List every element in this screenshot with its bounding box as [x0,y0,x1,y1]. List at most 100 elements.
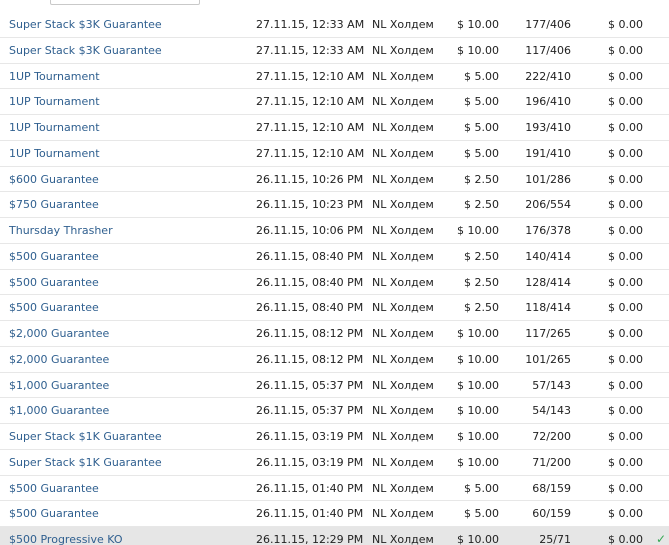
tournament-entries: 206/554 [525,198,571,212]
table-row[interactable]: $1,000 Guarantee 26.11.15, 05:37 PM NL Хол… [0,398,669,424]
tournament-name-link[interactable]: Super Stack $3K Guarantee [9,12,162,37]
tournament-buyin: $ 5.00 [464,69,499,83]
tournament-game: NL Холдем [372,43,434,57]
check-icon: ✓ [656,532,667,545]
tournament-game: NL Холдем [372,95,434,109]
tournament-name-link[interactable]: Super Stack $3K Guarantee [9,38,162,63]
tournament-name-link[interactable]: $500 Guarantee [9,244,99,269]
tournament-game: NL Холдем [372,301,434,315]
tournament-date: 26.11.15, 12:29 PM [256,533,364,545]
tournament-name-link[interactable]: Thursday Thrasher [9,218,113,243]
table-row[interactable]: Super Stack $3K Guarantee 27.11.15, 12:33… [0,38,669,64]
tournament-buyin: $ 5.00 [464,95,499,109]
table-row[interactable]: Super Stack $3K Guarantee 27.11.15, 12:33… [0,12,669,38]
tournament-prize: $ 0.00 [608,198,643,212]
tournament-date: 27.11.15, 12:33 AM [256,43,365,57]
table-row[interactable]: $2,000 Guarantee 26.11.15, 08:12 PM NL Хол… [0,347,669,373]
tournament-entries: 71/200 [532,455,571,469]
tournament-buyin: $ 10.00 [457,43,499,57]
tournament-buyin: $ 5.00 [464,481,499,495]
tournament-entries: 193/410 [525,121,571,134]
tournament-prize: $ 0.00 [608,430,643,443]
tournament-name-link[interactable]: $500 Progressive KO [9,527,123,545]
tournament-prize: $ 0.00 [608,533,643,545]
tournament-game: NL Холдем [372,455,434,469]
tournament-date: 26.11.15, 10:06 PM [256,224,364,237]
tournament-game: NL Холдем [372,69,434,83]
table-row[interactable]: $500 Progressive KO 26.11.15, 12:29 PM NL … [0,527,669,545]
table-row[interactable]: 1UP Tournament 27.11.15, 12:10 AM NL Холде… [0,64,669,90]
tournament-name-link[interactable]: $600 Guarantee [9,167,99,192]
tournament-game: NL Холдем [372,146,434,160]
tournament-entries: 176/378 [525,224,571,237]
table-row[interactable]: Super Stack $1K Guarantee 26.11.15, 03:19… [0,450,669,476]
tournament-entries: 68/159 [532,481,571,495]
table-row[interactable]: $600 Guarantee 26.11.15, 10:26 PM NL Холде… [0,167,669,193]
tournament-buyin: $ 10.00 [457,224,499,237]
table-row[interactable]: $500 Guarantee 26.11.15, 01:40 PM NL Холде… [0,501,669,527]
tournament-name-link[interactable]: 1UP Tournament [9,115,100,140]
table-row[interactable]: $500 Guarantee 26.11.15, 08:40 PM NL Холде… [0,244,669,270]
table-row[interactable]: $500 Guarantee 26.11.15, 01:40 PM NL Холде… [0,476,669,502]
tournament-prize: $ 0.00 [608,146,643,160]
tournament-date: 27.11.15, 12:33 AM [256,18,365,31]
tournament-buyin: $ 5.00 [464,121,499,134]
tournament-date: 26.11.15, 01:40 PM [256,507,364,521]
tournament-entries: 57/143 [532,378,571,392]
tournament-prize: $ 0.00 [608,507,643,521]
tournament-name-link[interactable]: $500 Guarantee [9,476,99,501]
search-input[interactable] [50,0,200,5]
tournament-buyin: $ 5.00 [464,146,499,160]
tournament-entries: 72/200 [532,430,571,443]
table-row[interactable]: 1UP Tournament 27.11.15, 12:10 AM NL Холде… [0,89,669,115]
tournament-prize: $ 0.00 [608,481,643,495]
tournament-name-link[interactable]: 1UP Tournament [9,64,100,89]
tournament-entries: 101/286 [525,172,571,186]
tournament-buyin: $ 10.00 [457,352,499,366]
tournament-entries: 140/414 [525,249,571,263]
tournament-entries: 196/410 [525,95,571,109]
tournament-prize: $ 0.00 [608,327,643,340]
tournament-name-link[interactable]: Super Stack $1K Guarantee [9,424,162,449]
tournament-prize: $ 0.00 [608,404,643,418]
tournament-game: NL Холдем [372,198,434,212]
tournament-name-link[interactable]: 1UP Tournament [9,141,100,166]
tournament-entries: 118/414 [525,301,571,315]
table-row[interactable]: Super Stack $1K Guarantee 26.11.15, 03:19… [0,424,669,450]
tournament-name-link[interactable]: $2,000 Guarantee [9,347,109,372]
tournament-date: 26.11.15, 08:12 PM [256,352,364,366]
tournament-name-link[interactable]: $1,000 Guarantee [9,373,109,398]
tournament-prize: $ 0.00 [608,249,643,263]
tournament-name-link[interactable]: $500 Guarantee [9,295,99,320]
tournament-buyin: $ 10.00 [457,18,499,31]
table-row[interactable]: Thursday Thrasher 26.11.15, 10:06 PM NL Хо… [0,218,669,244]
table-row[interactable]: $2,000 Guarantee 26.11.15, 08:12 PM NL Хол… [0,321,669,347]
tournament-entries: 60/159 [532,507,571,521]
tournament-game: NL Холдем [372,404,434,418]
tournament-buyin: $ 2.50 [464,198,499,212]
tournament-prize: $ 0.00 [608,301,643,315]
tournament-date: 27.11.15, 12:10 AM [256,95,365,109]
table-row[interactable]: $1,000 Guarantee 26.11.15, 05:37 PM NL Хол… [0,373,669,399]
tournament-prize: $ 0.00 [608,69,643,83]
tournament-name-link[interactable]: $500 Guarantee [9,270,99,295]
tournament-name-link[interactable]: Super Stack $1K Guarantee [9,450,162,475]
tournament-name-link[interactable]: $500 Guarantee [9,501,99,526]
tournament-buyin: $ 10.00 [457,430,499,443]
table-row[interactable]: $500 Guarantee 26.11.15, 08:40 PM NL Холде… [0,270,669,296]
tournament-name-link[interactable]: $2,000 Guarantee [9,321,109,346]
tournament-game: NL Холдем [372,507,434,521]
tournament-prize: $ 0.00 [608,352,643,366]
tournament-prize: $ 0.00 [608,224,643,237]
tournament-entries: 191/410 [525,146,571,160]
tournament-game: NL Холдем [372,275,434,289]
tournament-name-link[interactable]: $1,000 Guarantee [9,398,109,423]
tournament-date: 27.11.15, 12:10 AM [256,69,365,83]
table-row[interactable]: $750 Guarantee 26.11.15, 10:23 PM NL Холде… [0,192,669,218]
tournament-entries: 54/143 [532,404,571,418]
table-row[interactable]: $500 Guarantee 26.11.15, 08:40 PM NL Холде… [0,295,669,321]
tournament-name-link[interactable]: $750 Guarantee [9,192,99,217]
table-row[interactable]: 1UP Tournament 27.11.15, 12:10 AM NL Холде… [0,141,669,167]
table-row[interactable]: 1UP Tournament 27.11.15, 12:10 AM NL Холде… [0,115,669,141]
tournament-name-link[interactable]: 1UP Tournament [9,89,100,114]
